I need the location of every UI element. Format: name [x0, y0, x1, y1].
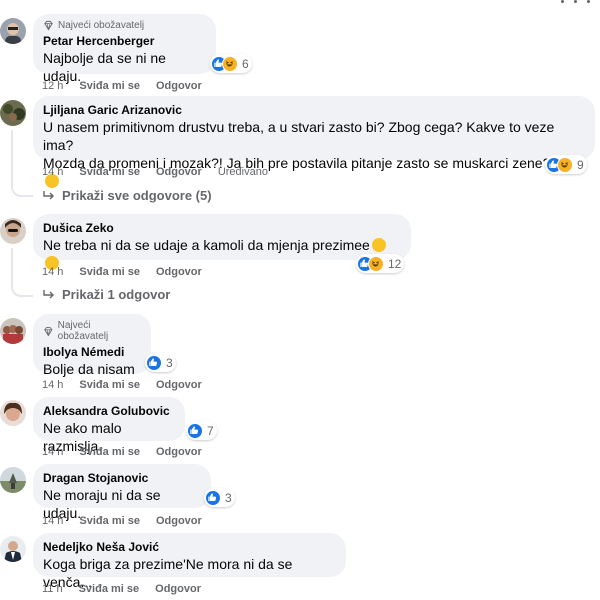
- avatar[interactable]: [0, 467, 26, 493]
- comment-author[interactable]: Aleksandra Golubovic: [43, 403, 175, 419]
- avatar[interactable]: [0, 536, 26, 562]
- comment-author[interactable]: Dušica Zeko: [43, 220, 401, 236]
- reaction-count: 6: [242, 56, 249, 71]
- like-button[interactable]: Sviđa mi se: [79, 266, 140, 278]
- reaction-count: 9: [577, 157, 584, 172]
- comment-bubble: Dragan Stojanovic Ne moraju ni da se uda…: [33, 464, 211, 521]
- reaction-count: 7: [207, 423, 214, 438]
- like-button[interactable]: Sviđa mi se: [79, 446, 140, 458]
- diamond-icon: [44, 326, 53, 336]
- reply-button[interactable]: Odgovor: [156, 166, 202, 178]
- like-button[interactable]: Sviđa mi se: [79, 379, 140, 391]
- reaction-count: 3: [166, 355, 173, 370]
- reply-button[interactable]: Odgovor: [156, 266, 202, 278]
- edited-label: Uređivano: [217, 166, 268, 178]
- comment-bubble: Dušica Zeko Ne treba ni da se udaje a ka…: [33, 214, 411, 270]
- top-fan-badge: Najveći obožavatelj: [43, 20, 206, 31]
- like-reaction-icon: [205, 489, 221, 506]
- avatar[interactable]: [0, 100, 26, 126]
- reply-button[interactable]: Odgovor: [155, 583, 201, 595]
- comment-bubble: Ljiljana Garic Arizanovic U nasem primit…: [33, 96, 595, 188]
- comment-bubble: Najveći obožavatelj Petar Hercenberger N…: [33, 14, 216, 84]
- more-options-dots[interactable]: [561, 0, 590, 3]
- comment-actions: 11 h Sviđa mi se Odgovor: [42, 583, 201, 595]
- badge-label: Najveći obožavatelj: [57, 320, 109, 342]
- rofl-emoji-icon: [371, 238, 386, 252]
- thread-line: [11, 130, 13, 184]
- timestamp[interactable]: 14 h: [42, 379, 63, 391]
- comment-author[interactable]: Dragan Stojanovic: [43, 470, 201, 486]
- show-replies-link[interactable]: Prikaži sve odgovore (5): [42, 188, 212, 203]
- reaction-count: 12: [388, 256, 402, 271]
- comment-author[interactable]: Ibolya Némedi: [43, 344, 141, 360]
- comment-actions: 14 h Sviđa mi se Odgovor: [42, 266, 202, 278]
- comment-actions: 12 h Sviđa mi se Odgovor: [42, 80, 202, 92]
- diamond-icon: [44, 20, 53, 31]
- comment-author[interactable]: Petar Hercenberger: [43, 33, 206, 49]
- comment-bubble: Aleksandra Golubovic Ne ako malo razmisl…: [33, 397, 185, 454]
- timestamp[interactable]: 14 h: [42, 515, 63, 527]
- reaction-summary[interactable]: 6: [210, 54, 252, 73]
- haha-reaction-icon: [222, 55, 238, 72]
- reaction-summary[interactable]: 12: [356, 254, 405, 273]
- reply-arrow-icon: [43, 289, 54, 298]
- like-button[interactable]: Sviđa mi se: [79, 166, 140, 178]
- haha-reaction-icon: [557, 156, 573, 173]
- reaction-summary[interactable]: 3: [204, 488, 235, 507]
- comment-author[interactable]: Nedeljko Neša Jović: [43, 539, 336, 555]
- like-button[interactable]: Sviđa mi se: [79, 515, 140, 527]
- comment-author[interactable]: Ljiljana Garic Arizanovic: [43, 102, 585, 118]
- comment-actions: 14 h Sviđa mi se Odgovor Uređivano: [42, 166, 268, 178]
- comment-text-line: U nasem primitivnom drustvu treba, a u s…: [43, 119, 555, 153]
- timestamp[interactable]: 14 h: [42, 166, 63, 178]
- timestamp[interactable]: 11 h: [42, 583, 63, 595]
- reaction-summary[interactable]: 7: [186, 421, 217, 440]
- like-button[interactable]: Sviđa mi se: [79, 80, 140, 92]
- reaction-summary[interactable]: 9: [545, 155, 587, 174]
- avatar[interactable]: [0, 400, 26, 426]
- timestamp[interactable]: 12 h: [42, 80, 63, 92]
- comment-text: Bolje da nisam: [43, 361, 135, 377]
- haha-reaction-icon: [368, 255, 384, 272]
- comment-actions: 14 h Sviđa mi se Odgovor: [42, 446, 202, 458]
- timestamp[interactable]: 14 h: [42, 446, 63, 458]
- avatar[interactable]: [0, 318, 26, 344]
- thread-connector: [11, 283, 33, 297]
- badge-label: Najveći obožavatelj: [58, 20, 145, 31]
- thread-line: [11, 248, 13, 283]
- timestamp[interactable]: 14 h: [42, 266, 63, 278]
- like-button[interactable]: Sviđa mi se: [79, 583, 140, 595]
- reply-button[interactable]: Odgovor: [156, 446, 202, 458]
- top-fan-badge: Najveći obožavatelj: [43, 320, 141, 342]
- like-reaction-icon: [187, 422, 203, 439]
- reply-button[interactable]: Odgovor: [156, 80, 202, 92]
- comment-bubble: Nedeljko Neša Jović Koga briga za prezim…: [33, 533, 346, 590]
- avatar[interactable]: [0, 218, 26, 244]
- show-replies-link[interactable]: Prikaži 1 odgovor: [42, 287, 170, 302]
- comment-bubble: Najveći obožavatelj Ibolya Némedi Bolje …: [33, 314, 151, 377]
- comment-actions: 14 h Sviđa mi se Odgovor: [42, 379, 202, 391]
- reply-arrow-icon: [43, 190, 54, 199]
- comment-actions: 14 h Sviđa mi se Odgovor: [42, 515, 202, 527]
- reply-button[interactable]: Odgovor: [156, 379, 202, 391]
- like-reaction-icon: [146, 354, 162, 371]
- avatar[interactable]: [0, 18, 26, 44]
- thread-connector: [11, 183, 33, 197]
- reaction-count: 3: [225, 490, 232, 505]
- reply-button[interactable]: Odgovor: [156, 515, 202, 527]
- reaction-summary[interactable]: 3: [145, 353, 176, 372]
